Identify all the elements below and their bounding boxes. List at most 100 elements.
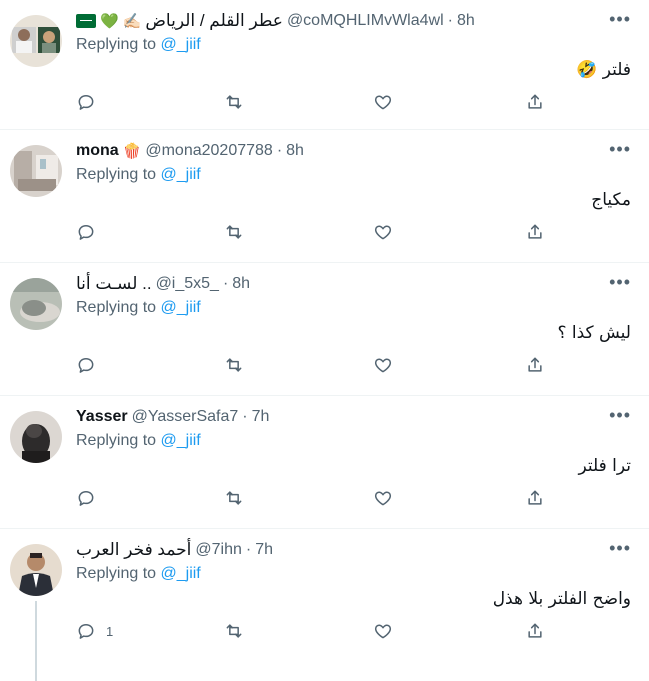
- share-button[interactable]: [525, 355, 545, 375]
- timestamp[interactable]: 8h: [232, 273, 250, 295]
- user-handle[interactable]: @coMQHLIMvWla4wl: [287, 10, 444, 32]
- mention-link[interactable]: @_jiif: [161, 166, 201, 183]
- share-icon: [528, 490, 542, 505]
- popcorn-emoji: 🍿: [122, 142, 142, 160]
- tweet[interactable]: أحمد فخر العرب @7ihn · 7h ••• Replying t…: [0, 529, 649, 681]
- reply-button[interactable]: [76, 355, 106, 375]
- tweet-actions: [76, 222, 546, 244]
- tweet[interactable]: لسـت أنا .. @i_5x5_ · 8h ••• Replying to…: [0, 263, 649, 396]
- more-icon[interactable]: •••: [609, 539, 631, 557]
- timestamp[interactable]: 7h: [255, 539, 273, 561]
- display-name[interactable]: عطر القلم / الرياض: [145, 10, 283, 32]
- replying-to-label: Replying to: [76, 299, 157, 316]
- retweet-button[interactable]: [224, 355, 244, 375]
- separator-dot: ·: [276, 142, 283, 159]
- separator-dot: ·: [222, 275, 229, 292]
- reply-feed: 💚 ✍🏻 عطر القلم / الرياض @coMQHLIMvWla4wl…: [0, 0, 649, 681]
- display-name[interactable]: أحمد فخر العرب: [76, 539, 191, 561]
- user-handle[interactable]: @7ihn: [195, 539, 242, 561]
- user-handle[interactable]: @YasserSafa7: [132, 406, 239, 428]
- timestamp[interactable]: 7h: [252, 406, 270, 428]
- share-button[interactable]: [525, 621, 545, 641]
- replying-to: Replying to @_jiif: [76, 36, 201, 54]
- retweet-icon: [226, 491, 242, 505]
- like-button[interactable]: [373, 355, 393, 375]
- reply-button[interactable]: 1: [76, 621, 113, 641]
- tweet-header: لسـت أنا .. @i_5x5_ · 8h: [76, 273, 599, 295]
- display-name[interactable]: mona: [76, 140, 119, 162]
- replying-to-label: Replying to: [76, 432, 157, 449]
- reply-count: 1: [106, 623, 114, 639]
- tweet-header: Yasser @YasserSafa7 · 7h: [76, 406, 599, 428]
- display-name[interactable]: Yasser: [76, 406, 128, 428]
- reply-button[interactable]: [76, 488, 106, 508]
- reply-icon: [78, 624, 94, 639]
- tweet-text: واضح الفلتر بلا هذل: [492, 589, 631, 609]
- tweet[interactable]: mona 🍿 @mona20207788 · 8h ••• Replying t…: [0, 130, 649, 263]
- timestamp[interactable]: 8h: [286, 140, 304, 162]
- retweet-icon: [226, 225, 242, 239]
- reply-button[interactable]: [76, 222, 106, 242]
- timestamp[interactable]: 8h: [457, 10, 475, 32]
- replying-to-label: Replying to: [76, 565, 157, 582]
- like-button[interactable]: [373, 92, 393, 112]
- retweet-icon: [226, 624, 242, 638]
- tweet-header: 💚 ✍🏻 عطر القلم / الرياض @coMQHLIMvWla4wl…: [76, 10, 599, 32]
- user-handle[interactable]: @mona20207788: [145, 140, 272, 162]
- retweet-button[interactable]: [224, 488, 244, 508]
- avatar[interactable]: [10, 278, 62, 330]
- tweet-actions: [76, 92, 546, 114]
- replying-to: Replying to @_jiif: [76, 432, 201, 450]
- like-button[interactable]: [373, 222, 393, 242]
- more-icon[interactable]: •••: [609, 10, 631, 28]
- reply-icon: [78, 95, 94, 110]
- mention-link[interactable]: @_jiif: [161, 432, 201, 449]
- more-icon[interactable]: •••: [609, 140, 631, 158]
- more-icon[interactable]: •••: [609, 273, 631, 291]
- replying-to-label: Replying to: [76, 36, 157, 53]
- user-handle[interactable]: @i_5x5_: [156, 273, 219, 295]
- display-name[interactable]: لسـت أنا ..: [76, 273, 152, 295]
- separator-dot: ·: [447, 12, 453, 29]
- share-button[interactable]: [525, 222, 545, 242]
- tweet[interactable]: 💚 ✍🏻 عطر القلم / الرياض @coMQHLIMvWla4wl…: [0, 0, 649, 130]
- tweet-text: فلتر 🤣: [576, 60, 631, 80]
- mention-link[interactable]: @_jiif: [161, 565, 201, 582]
- saudi-flag-icon: [76, 14, 96, 28]
- like-icon: [374, 624, 392, 639]
- like-icon: [374, 95, 392, 110]
- retweet-icon: [226, 95, 242, 109]
- replying-to: Replying to @_jiif: [76, 299, 201, 317]
- avatar[interactable]: [10, 544, 62, 596]
- retweet-button[interactable]: [224, 222, 244, 242]
- tweet-actions: [76, 355, 546, 377]
- separator-dot: ·: [242, 408, 248, 425]
- share-icon: [528, 94, 542, 109]
- replying-to: Replying to @_jiif: [76, 166, 201, 184]
- avatar[interactable]: [10, 15, 62, 67]
- like-button[interactable]: [373, 621, 393, 641]
- mention-link[interactable]: @_jiif: [161, 299, 201, 316]
- retweet-button[interactable]: [224, 621, 244, 641]
- more-icon[interactable]: •••: [609, 406, 631, 424]
- separator-dot: ·: [245, 541, 252, 558]
- share-button[interactable]: [525, 488, 545, 508]
- share-icon: [528, 224, 542, 239]
- like-button[interactable]: [373, 488, 393, 508]
- tweet-header: mona 🍿 @mona20207788 · 8h: [76, 140, 599, 162]
- thread-line: [35, 601, 37, 681]
- heart-emoji: 💚: [100, 12, 119, 30]
- retweet-icon: [226, 358, 242, 372]
- mention-link[interactable]: @_jiif: [161, 36, 201, 53]
- replying-to: Replying to @_jiif: [76, 565, 201, 583]
- tweet-actions: 1: [76, 621, 546, 643]
- avatar[interactable]: [10, 411, 62, 463]
- reply-icon: [78, 491, 94, 506]
- share-button[interactable]: [525, 92, 545, 112]
- retweet-button[interactable]: [224, 92, 244, 112]
- reply-icon: [78, 358, 94, 373]
- tweet[interactable]: Yasser @YasserSafa7 · 7h ••• Replying to…: [0, 396, 649, 529]
- writing-hand-emoji: ✍🏻: [122, 12, 142, 30]
- reply-button[interactable]: [76, 92, 106, 112]
- avatar[interactable]: [10, 145, 62, 197]
